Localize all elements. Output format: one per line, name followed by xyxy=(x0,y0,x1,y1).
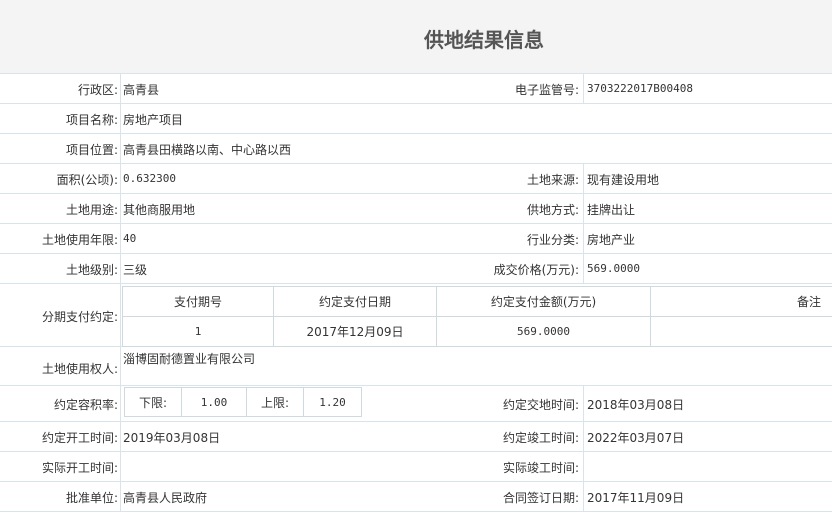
far-upper-label: 上限: xyxy=(246,387,304,417)
installment-header: 约定支付金额(万元) xyxy=(436,286,651,317)
value-land-level: 三级 xyxy=(123,263,148,277)
label-delivery-time: 约定交地时间: xyxy=(502,398,579,412)
label-supervise-no: 电子监管号: xyxy=(514,83,579,97)
label-installment: 分期支付约定: xyxy=(41,310,118,324)
label-deal-price: 成交价格(万元): xyxy=(493,263,579,277)
far-upper-value: 1.20 xyxy=(303,387,362,417)
far-lower-label: 下限: xyxy=(124,387,182,417)
label-approve-unit: 批准单位: xyxy=(65,491,118,505)
value-supervise-no: 3703222017B00408 xyxy=(587,82,693,95)
installment-cell xyxy=(650,316,832,347)
row-use-years: 土地使用年限: 40 行业分类: 房地产业 xyxy=(0,224,832,254)
row-land-level: 土地级别: 三级 成交价格(万元): 569.0000 xyxy=(0,254,832,284)
label-use-years: 土地使用年限: xyxy=(41,233,118,247)
label-project-name: 项目名称: xyxy=(65,113,118,127)
label-start-time: 约定开工时间: xyxy=(41,431,118,445)
label-land-level: 土地级别: xyxy=(65,263,118,277)
far-lower-value: 1.00 xyxy=(181,387,247,417)
label-contract-date: 合同签订日期: xyxy=(502,491,579,505)
value-delivery-time: 2018年03月08日 xyxy=(587,398,685,412)
label-area: 面积(公顷): xyxy=(56,173,118,187)
row-actual-start: 实际开工时间: 实际竣工时间: xyxy=(0,452,832,482)
label-land-use: 土地用途: xyxy=(65,203,118,217)
value-deal-price: 569.0000 xyxy=(587,262,640,275)
row-far: 约定容积率: 下限: 1.00 上限: 1.20 约定交地时间: 2018年03… xyxy=(0,386,832,422)
row-land-user: 土地使用权人: 淄博固耐德置业有限公司 xyxy=(0,347,832,386)
row-land-use: 土地用途: 其他商服用地 供地方式: 挂牌出让 xyxy=(0,194,832,224)
installment-header: 约定支付日期 xyxy=(273,286,437,317)
row-installment: 分期支付约定: 支付期号 约定支付日期 约定支付金额(万元) 备注 1 2017… xyxy=(0,284,832,347)
value-contract-date: 2017年11月09日 xyxy=(587,491,685,505)
label-industry: 行业分类: xyxy=(526,233,579,247)
installment-row: 1 2017年12月09日 569.0000 xyxy=(122,316,832,347)
installment-table: 支付期号 约定支付日期 约定支付金额(万元) 备注 1 2017年12月09日 … xyxy=(122,286,832,347)
row-project-location: 项目位置: 高青县田横路以南、中心路以西 xyxy=(0,134,832,164)
value-region: 高青县 xyxy=(123,83,160,97)
value-approve-unit: 高青县人民政府 xyxy=(123,491,208,505)
installment-header-row: 支付期号 约定支付日期 约定支付金额(万元) 备注 xyxy=(122,286,832,317)
row-project-name: 项目名称: 房地产项目 xyxy=(0,104,832,134)
installment-header: 支付期号 xyxy=(122,286,274,317)
label-land-source: 土地来源: xyxy=(526,173,579,187)
value-supply-method: 挂牌出让 xyxy=(587,203,636,217)
value-industry: 房地产业 xyxy=(587,233,636,247)
value-land-source: 现有建设用地 xyxy=(587,173,660,187)
value-project-location: 高青县田横路以南、中心路以西 xyxy=(123,143,292,157)
value-use-years: 40 xyxy=(123,232,137,245)
value-area: 0.632300 xyxy=(123,172,176,185)
label-finish-time: 约定竣工时间: xyxy=(502,431,579,445)
label-supply-method: 供地方式: xyxy=(526,203,579,217)
installment-cell: 1 xyxy=(122,316,274,347)
label-actual-start: 实际开工时间: xyxy=(41,461,118,475)
row-start-time: 约定开工时间: 2019年03月08日 约定竣工时间: 2022年03月07日 xyxy=(0,422,832,452)
value-project-name: 房地产项目 xyxy=(123,113,184,127)
label-land-user: 土地使用权人: xyxy=(41,362,118,376)
value-finish-time: 2022年03月07日 xyxy=(587,431,685,445)
row-area: 面积(公顷): 0.632300 土地来源: 现有建设用地 xyxy=(0,164,832,194)
title-bar: 供地结果信息 xyxy=(0,0,832,74)
far-table: 下限: 1.00 上限: 1.20 xyxy=(124,387,362,417)
value-start-time: 2019年03月08日 xyxy=(123,431,221,445)
label-actual-finish: 实际竣工时间: xyxy=(502,461,579,475)
row-region: 行政区: 高青县 电子监管号: 3703222017B00408 xyxy=(0,74,832,104)
installment-cell: 569.0000 xyxy=(436,316,651,347)
label-far: 约定容积率: xyxy=(53,398,118,412)
row-approve-unit: 批准单位: 高青县人民政府 合同签订日期: 2017年11月09日 xyxy=(0,482,832,512)
label-project-location: 项目位置: xyxy=(65,143,118,157)
label-region: 行政区: xyxy=(77,83,118,97)
page-title: 供地结果信息 xyxy=(424,28,544,52)
value-land-use: 其他商服用地 xyxy=(123,203,196,217)
value-land-user: 淄博固耐德置业有限公司 xyxy=(123,352,256,366)
installment-cell: 2017年12月09日 xyxy=(273,316,437,347)
installment-header: 备注 xyxy=(650,286,832,317)
